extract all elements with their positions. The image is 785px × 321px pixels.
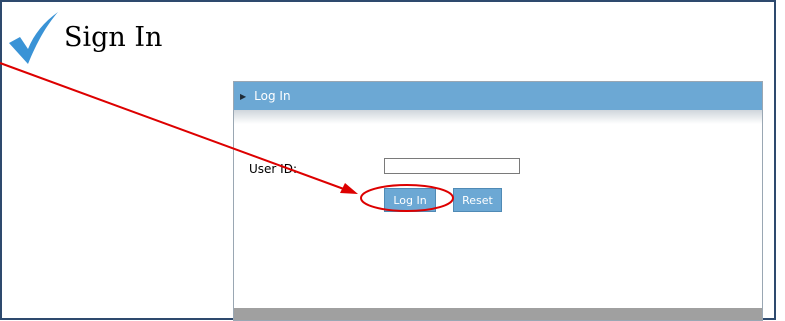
checkmark-icon xyxy=(6,12,58,68)
login-panel: ▶ Log In User ID: Log In Reset xyxy=(233,81,763,321)
reset-button[interactable]: Reset xyxy=(453,188,502,212)
page-title: Sign In xyxy=(64,22,163,53)
login-panel-header: ▶ Log In xyxy=(234,82,762,110)
user-id-label: User ID: xyxy=(249,162,297,176)
login-button[interactable]: Log In xyxy=(384,188,436,212)
panel-title: Log In xyxy=(254,89,291,103)
panel-shade xyxy=(234,110,762,124)
triangle-right-icon: ▶ xyxy=(240,91,247,101)
panel-footer-bar xyxy=(234,308,762,320)
user-id-input[interactable] xyxy=(384,158,520,174)
